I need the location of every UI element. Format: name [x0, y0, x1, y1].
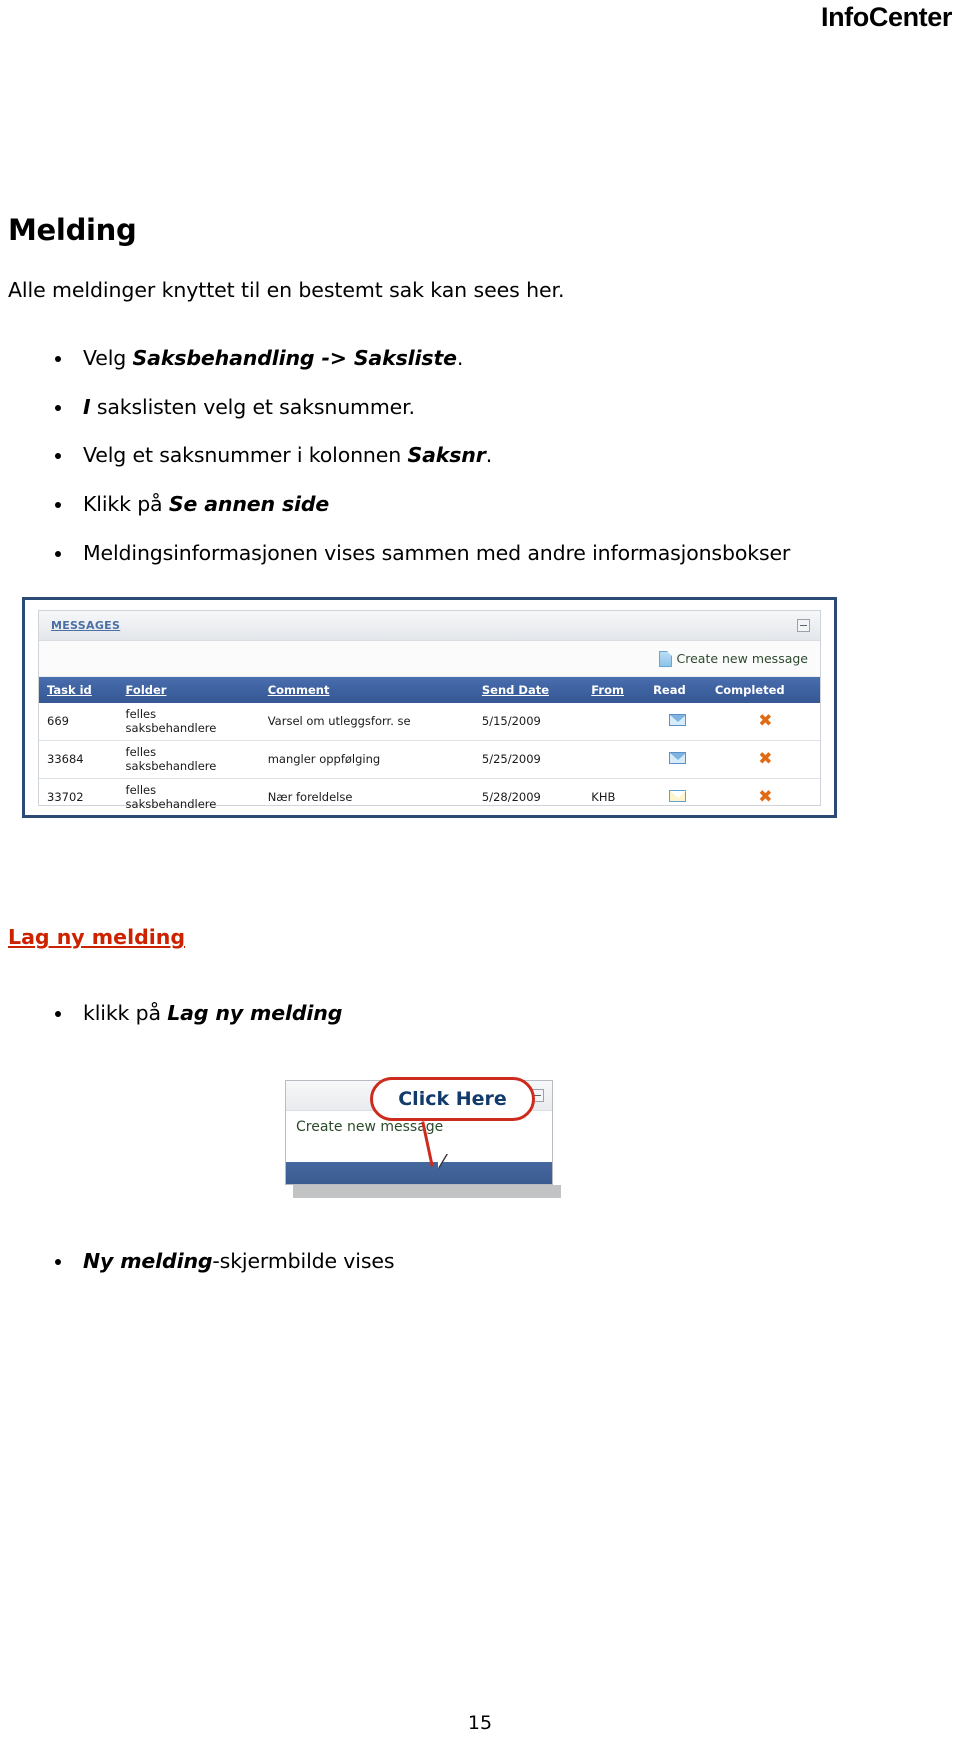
cell-send-date: 5/28/2009	[481, 790, 541, 805]
list-item: Ny melding-skjermbilde vises	[8, 1248, 908, 1275]
envelope-closed-icon[interactable]	[669, 713, 687, 726]
instruction-list: Velg Saksbehandling -> Saksliste. I saks…	[8, 345, 908, 566]
list-item: klikk på Lag ny melding	[8, 1000, 908, 1027]
panel-footer-strip	[286, 1162, 552, 1184]
bullet-text-prefix: klikk på	[83, 1001, 168, 1025]
bullet-text-emphasis: Se annen side	[168, 492, 330, 517]
cell-read[interactable]	[645, 740, 707, 780]
click-here-screenshot: Create new message Click Here	[285, 1077, 553, 1185]
table-row[interactable]: 33684 felles saksbehandlere mangler oppf…	[39, 740, 820, 780]
messages-panel-title-link[interactable]: MESSAGES	[51, 619, 120, 632]
bullet-text-body: sakslisten velg et saksnummer.	[90, 394, 415, 419]
cell-completed[interactable]: ✖	[706, 740, 820, 780]
list-item: Velg et saksnummer i kolonnen Saksnr.	[8, 442, 908, 469]
cell-send-date: 5/25/2009	[473, 740, 584, 780]
mouse-pointer-icon	[438, 1153, 447, 1168]
create-message-list: klikk på Lag ny melding	[8, 1000, 908, 1027]
bullet-text-emphasis: Lag ny melding	[167, 1001, 343, 1025]
page-number: 15	[467, 1712, 493, 1734]
x-mark-icon[interactable]: ✖	[758, 713, 772, 730]
cell-task-id: 669	[39, 703, 118, 742]
cell-from: KHB	[591, 790, 616, 805]
list-item: I sakslisten velg et saksnummer.	[8, 394, 908, 421]
cell-comment: Nær foreldelse	[267, 790, 353, 805]
messages-panel-header: MESSAGES	[39, 611, 820, 641]
cell-from	[583, 703, 646, 742]
bullet-text-emphasis: Ny melding	[83, 1249, 213, 1273]
click-here-callout: Click Here	[370, 1077, 535, 1121]
column-header-read: Read	[645, 677, 707, 703]
intro-paragraph: Alle meldinger knyttet til en bestemt sa…	[8, 278, 565, 303]
table-row[interactable]: 669 felles saksbehandlere Varsel om utle…	[39, 703, 820, 742]
x-mark-icon[interactable]: ✖	[758, 751, 772, 768]
column-header-folder[interactable]: Folder	[117, 677, 260, 703]
document-body: Melding Alle meldinger knyttet til en be…	[8, 215, 908, 588]
page-header: InfoCenter	[0, 0, 952, 33]
column-header-comment[interactable]: Comment	[259, 677, 474, 703]
envelope-open-icon[interactable]	[669, 790, 687, 803]
cell-completed[interactable]: ✖	[707, 779, 820, 815]
list-item: Klikk på Se annen side	[8, 491, 908, 518]
cell-task-id: 33702	[47, 790, 84, 805]
bullet-text-suffix: -skjermbilde vises	[212, 1249, 395, 1273]
bullet-text-suffix: .	[456, 346, 464, 371]
column-header-from[interactable]: From	[583, 677, 646, 703]
create-new-message-link[interactable]: Create new message	[677, 651, 809, 666]
bullet-text-prefix: Klikk på	[83, 492, 169, 517]
cell-completed[interactable]: ✖	[706, 703, 820, 742]
column-header-completed: Completed	[706, 677, 820, 703]
bullet-text-emphasis: Saksbehandling -> Saksliste	[132, 346, 457, 371]
messages-screenshot: MESSAGES Create new message Task id Fold…	[22, 597, 837, 818]
bullet-text-prefix: Velg	[83, 346, 133, 371]
messages-panel: MESSAGES Create new message Task id Fold…	[38, 610, 821, 811]
column-header-task-id[interactable]: Task id	[39, 677, 118, 703]
bullet-text-prefix: Meldingsinformasjonen vises sammen med a…	[83, 540, 791, 565]
screenshot-shadow	[293, 1185, 561, 1198]
table-header-row: Task id Folder Comment Send Date From Re…	[39, 677, 820, 703]
messages-table: Task id Folder Comment Send Date From Re…	[39, 677, 820, 815]
cell-folder: felles saksbehandlere	[117, 703, 260, 742]
page-title: Melding	[8, 213, 137, 247]
create-new-message-row: Create new message	[39, 641, 820, 677]
collapse-minus-icon[interactable]	[797, 619, 810, 632]
bullet-text-emphasis: Saksnr	[407, 443, 486, 468]
list-item: Meldingsinformasjonen vises sammen med a…	[8, 540, 908, 567]
x-mark-icon[interactable]: ✖	[758, 789, 772, 806]
section-heading-link[interactable]: Lag ny melding	[8, 925, 185, 949]
cell-read[interactable]	[645, 703, 707, 742]
list-item: Velg Saksbehandling -> Saksliste.	[8, 345, 908, 372]
bullet-text-suffix: .	[485, 443, 493, 468]
cell-comment: Varsel om utleggsforr. se	[259, 703, 474, 742]
column-header-send-date[interactable]: Send Date	[473, 677, 584, 703]
cell-from	[583, 740, 646, 780]
envelope-closed-icon[interactable]	[669, 751, 687, 764]
bullet-text-prefix: Velg et saksnummer i kolonnen	[83, 443, 408, 468]
cell-send-date: 5/15/2009	[473, 703, 584, 742]
table-row[interactable]: 33702 felles saksbehandlere Nær foreldel…	[39, 779, 820, 815]
cell-task-id: 33684	[39, 740, 118, 780]
document-icon	[658, 650, 672, 667]
cell-folder: felles saksbehandlere	[117, 740, 260, 780]
result-list: Ny melding-skjermbilde vises	[8, 1248, 908, 1275]
cell-read[interactable]	[645, 779, 707, 815]
page-header-title: InfoCenter	[820, 2, 952, 32]
cell-comment: mangler oppfølging	[259, 740, 474, 780]
cell-folder: felles saksbehandlere	[125, 783, 217, 811]
